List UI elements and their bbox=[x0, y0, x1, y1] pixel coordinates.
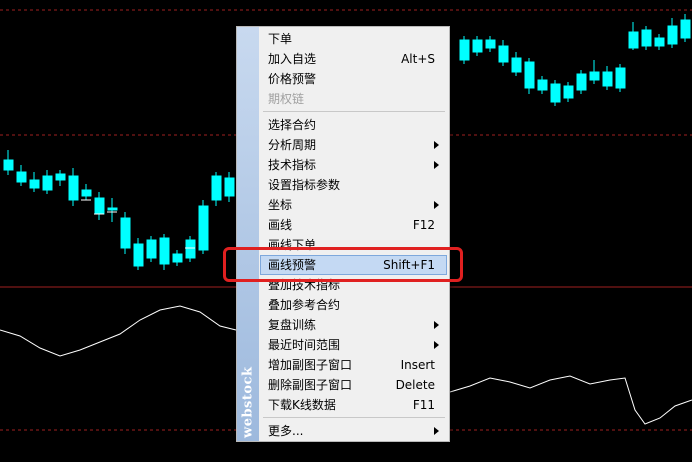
menu-item-price-alert[interactable]: 价格预警 bbox=[260, 69, 447, 89]
indicator-line bbox=[0, 305, 237, 357]
candle-body bbox=[563, 85, 574, 99]
candle-body bbox=[211, 175, 222, 201]
menu-item-label: 删除副图子窗口 bbox=[268, 378, 353, 392]
menu-item-label: 下单 bbox=[268, 32, 293, 46]
candle-body bbox=[472, 39, 483, 53]
menu-item-shortcut: Insert bbox=[400, 358, 435, 372]
submenu-arrow-icon bbox=[434, 341, 439, 349]
menu-item-shortcut: F11 bbox=[412, 398, 435, 412]
menu-item-indicator-params[interactable]: 设置指标参数 bbox=[260, 175, 447, 195]
menu-item-replay-training[interactable]: 复盘训练 bbox=[260, 315, 447, 335]
candle-body bbox=[537, 79, 548, 91]
candle-body bbox=[198, 205, 209, 251]
candle-body bbox=[615, 67, 626, 89]
menu-item-download-kline[interactable]: 下载K线数据 F11 bbox=[260, 395, 447, 415]
menu-brand-rail: webstock bbox=[237, 27, 259, 441]
candle-body bbox=[55, 173, 66, 181]
candle-body bbox=[459, 39, 470, 61]
candle-body bbox=[641, 29, 652, 47]
candle-body bbox=[224, 177, 235, 197]
menu-item-shortcut: F12 bbox=[412, 218, 435, 232]
candle-body bbox=[16, 171, 27, 183]
menu-item-more[interactable]: 更多... bbox=[260, 421, 447, 441]
candle-body bbox=[94, 197, 105, 215]
candle-body bbox=[107, 207, 118, 211]
candle-body bbox=[81, 189, 92, 197]
indicator-line bbox=[449, 375, 692, 425]
menu-item-overlay-contract[interactable]: 叠加参考合约 bbox=[260, 295, 447, 315]
menu-item-draw-line[interactable]: 画线 F12 bbox=[260, 215, 447, 235]
candle-body bbox=[511, 57, 522, 73]
menu-item-label: 坐标 bbox=[268, 198, 293, 212]
candle-body bbox=[628, 31, 639, 49]
candle-body bbox=[498, 45, 509, 63]
candle-body bbox=[159, 237, 170, 265]
candle-body bbox=[524, 61, 535, 89]
submenu-arrow-icon bbox=[434, 427, 439, 435]
candle-body bbox=[133, 243, 144, 267]
candle-body bbox=[485, 39, 496, 49]
candle-body bbox=[550, 83, 561, 103]
menu-item-add-watchlist[interactable]: 加入自选 Alt+S bbox=[260, 49, 447, 69]
candle-body bbox=[120, 217, 131, 249]
menu-item-label: 设置指标参数 bbox=[268, 178, 341, 192]
candle-body bbox=[680, 19, 691, 39]
menu-item-label: 期权链 bbox=[268, 92, 305, 106]
menu-item-select-contract[interactable]: 选择合约 bbox=[260, 115, 447, 135]
submenu-arrow-icon bbox=[434, 201, 439, 209]
menu-item-shortcut: Alt+S bbox=[401, 52, 435, 66]
menu-item-recent-range[interactable]: 最近时间范围 bbox=[260, 335, 447, 355]
chart-window: webstock 下单加入自选 Alt+S 价格预警期权链选择合约分析周期技术指标设… bbox=[0, 0, 692, 462]
menu-item-label: 最近时间范围 bbox=[268, 338, 341, 352]
candle-body bbox=[602, 71, 613, 87]
candle-body bbox=[576, 73, 587, 91]
menu-item-label: 技术指标 bbox=[268, 158, 317, 172]
candle-body bbox=[29, 179, 40, 189]
context-menu: webstock 下单加入自选 Alt+S 价格预警期权链选择合约分析周期技术指标设… bbox=[236, 26, 450, 442]
menu-item-label: 更多... bbox=[268, 424, 304, 438]
menu-separator bbox=[263, 111, 445, 112]
highlight-annotation bbox=[223, 247, 463, 282]
menu-item-shortcut: Delete bbox=[395, 378, 435, 392]
candle-body bbox=[146, 239, 157, 259]
candle-body bbox=[667, 25, 678, 45]
menu-item-label: 下载K线数据 bbox=[268, 398, 336, 412]
candle-body bbox=[654, 37, 665, 47]
candle-body bbox=[185, 239, 196, 259]
menu-item-delete-subwindow[interactable]: 删除副图子窗口 Delete bbox=[260, 375, 447, 395]
menu-item-add-subwindow[interactable]: 增加副图子窗口 Insert bbox=[260, 355, 447, 375]
candle-body bbox=[68, 175, 79, 201]
menu-item-label: 画线 bbox=[268, 218, 293, 232]
candle-body bbox=[42, 175, 53, 191]
menu-item-label: 叠加参考合约 bbox=[268, 298, 341, 312]
candle-body bbox=[3, 159, 14, 171]
menu-item-place-order[interactable]: 下单 bbox=[260, 29, 447, 49]
menu-item-indicators[interactable]: 技术指标 bbox=[260, 155, 447, 175]
menu-item-option-chain: 期权链 bbox=[260, 89, 447, 109]
menu-separator bbox=[263, 417, 445, 418]
menu-item-label: 分析周期 bbox=[268, 138, 317, 152]
menu-item-period[interactable]: 分析周期 bbox=[260, 135, 447, 155]
candle-body bbox=[172, 253, 183, 263]
menu-item-label: 复盘训练 bbox=[268, 318, 317, 332]
candle-body bbox=[589, 71, 600, 81]
submenu-arrow-icon bbox=[434, 321, 439, 329]
menu-item-label: 价格预警 bbox=[268, 72, 317, 86]
webstock-logo: webstock bbox=[240, 366, 256, 438]
menu-item-label: 加入自选 bbox=[268, 52, 317, 66]
menu-item-label: 选择合约 bbox=[268, 118, 317, 132]
submenu-arrow-icon bbox=[434, 161, 439, 169]
menu-item-label: 增加副图子窗口 bbox=[268, 358, 353, 372]
submenu-arrow-icon bbox=[434, 141, 439, 149]
menu-item-axis[interactable]: 坐标 bbox=[260, 195, 447, 215]
